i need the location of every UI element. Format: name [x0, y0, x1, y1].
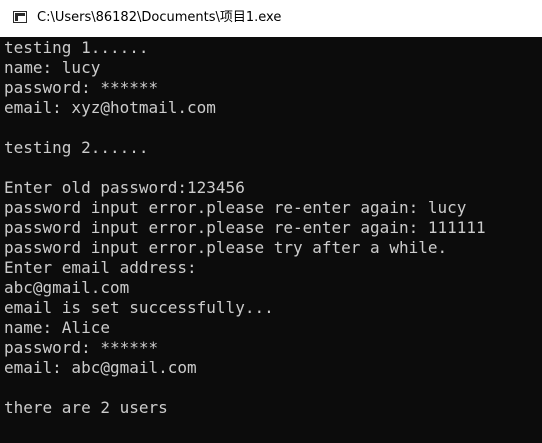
console-app-icon[interactable]	[13, 11, 27, 23]
console-line: email: xyz@hotmail.com	[4, 98, 216, 117]
console-line: testing 1......	[4, 38, 149, 57]
title-bar[interactable]: C:\Users\86182\Documents\项目1.exe	[0, 0, 542, 37]
console-line: name: Alice	[4, 318, 110, 337]
console-line: email: abc@gmail.com	[4, 358, 197, 377]
console-line: password input error.please re-enter aga…	[4, 218, 486, 237]
console-line: email is set successfully...	[4, 298, 274, 317]
console-line: password: ******	[4, 78, 159, 97]
console-output[interactable]: testing 1...... name: lucy password: ***…	[0, 37, 542, 443]
console-window: C:\Users\86182\Documents\项目1.exe testing…	[0, 0, 542, 443]
console-line: there are 2 users	[4, 398, 168, 417]
console-line: name: lucy	[4, 58, 101, 77]
console-line: password: ******	[4, 338, 159, 357]
console-line: Enter email address:	[4, 258, 197, 277]
console-line: password input error.please re-enter aga…	[4, 198, 467, 217]
console-line: abc@gmail.com	[4, 278, 130, 297]
console-line: password input error.please try after a …	[4, 238, 448, 257]
console-line: testing 2......	[4, 138, 149, 157]
window-title: C:\Users\86182\Documents\项目1.exe	[37, 10, 282, 25]
console-line: Enter old password:123456	[4, 178, 245, 197]
